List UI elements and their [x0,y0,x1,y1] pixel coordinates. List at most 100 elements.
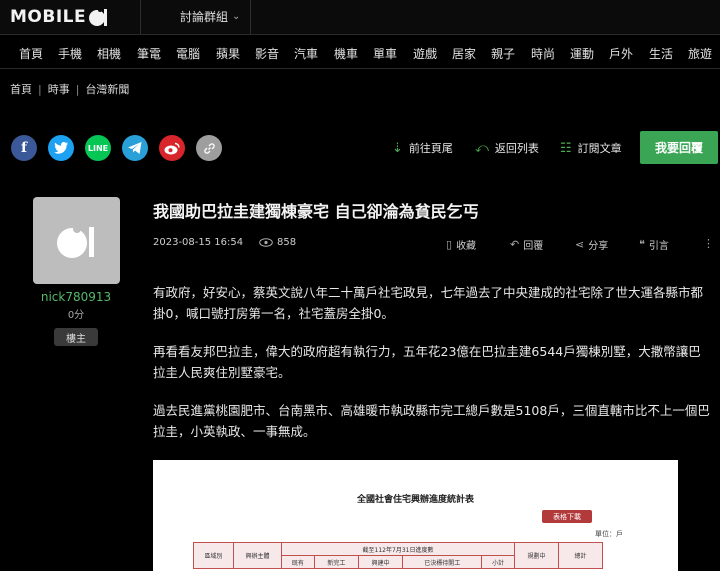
forum-groups-label: 討論群組 [180,10,229,24]
table-header-cell: 總計 [558,542,603,569]
statistics-table: 區域別 興辦主體 截至112年7月31日進度數 規劃中 總計 既有 新完工 興建… [193,542,603,569]
weibo-icon [164,142,180,154]
telegram-icon [128,142,142,154]
nav-item[interactable]: 旅遊 [688,45,712,62]
nav-item[interactable]: 親子 [491,45,515,62]
back-to-list-link[interactable]: ⤺ 返回列表 [475,140,539,156]
nav-item[interactable]: 時尚 [531,45,555,62]
more-vertical-icon: ⋮ [703,237,714,250]
post-reply-button[interactable]: ↶ 回覆 [510,237,543,252]
post-date: 2023-08-15 16:54 [153,237,243,248]
facebook-icon: f [20,140,28,156]
quote-icon: ❝ [639,238,645,251]
twitter-share-button[interactable] [48,135,74,161]
breadcrumb-item[interactable]: 時事 [48,81,70,97]
logo-mark-icon [89,8,108,26]
post-paragraph: 再看看友邦巴拉圭，偉大的政府超有執行力，五年花23億在巴拉圭建6544戶獨棟別墅… [153,344,701,380]
breadcrumb-separator: | [38,82,42,96]
post-paragraph: 過去民進黨桃園肥市、台南黑市、高雄暖市執政縣市完工總戶數是5108戶，三個直轄市… [153,403,710,439]
top-bar: MOBILE 討論群組 ⌄ [0,0,720,35]
post-date-text: 2023-08-15 16:54 [153,237,244,248]
default-avatar-icon [56,224,94,258]
link-icon [203,142,215,154]
weibo-share-button[interactable] [159,135,185,161]
facebook-share-button[interactable]: f [11,135,37,161]
reply-button[interactable]: 我要回覆 [640,131,718,164]
table-header-cell: 興建中 [358,555,404,569]
table-header-cell: 已決標待開工 [402,555,483,569]
nav-item[interactable]: 運動 [570,45,594,62]
subscribe-link[interactable]: ☷ 訂閱文章 [560,140,622,156]
nav-item[interactable]: 戶外 [609,45,633,62]
arrow-down-icon: ⇣ [392,140,403,156]
breadcrumb-separator: | [75,82,80,96]
go-to-bottom-label: 前往頁尾 [408,142,453,155]
eye-icon [259,238,273,247]
nav-item[interactable]: 影音 [255,45,279,62]
nav-item[interactable]: 居家 [452,45,476,62]
share-button[interactable]: ⋖ 分享 [575,237,608,252]
logo-text: MOBILE [10,7,87,27]
breadcrumb-item[interactable]: 首頁 [10,81,32,97]
forum-groups-menu[interactable]: 討論群組 ⌄ [180,8,240,25]
quote-label: 引言 [648,241,669,252]
nav-item[interactable]: 相機 [97,45,121,62]
back-arrow-icon: ⤺ [475,140,489,156]
twitter-icon [54,142,68,154]
author-score: 0分 [67,310,85,321]
line-icon: LINE [87,143,109,153]
go-to-bottom-link[interactable]: ⇣ 前往頁尾 [392,140,453,156]
more-options-button[interactable]: ⋮ [703,237,714,250]
table-unit: 單位：戶 [595,530,623,538]
nav-item[interactable]: 電腦 [176,45,200,62]
table-header-cell: 截至112年7月31日進度數 [281,542,515,556]
original-poster-badge: 樓主 [54,328,98,346]
category-nav: 首頁 手機 相機 筆電 電腦 蘋果 影音 汽車 機車 單車 遊戲 居家 親子 時… [0,36,720,69]
post-paragraph: 有政府，好安心，蔡英文說八年二十萬戶社宅政見，七年過去了中央建成的社宅除了世大運… [153,285,704,321]
bookmark-icon: ▯ [446,238,453,251]
copy-link-button[interactable] [196,135,222,161]
table-header-cell: 規劃中 [514,542,559,569]
post-reply-label: 回覆 [523,241,544,252]
embedded-table-title: 全國社會住宅興辦進度統計表 [356,495,474,505]
subscribe-label: 訂閱文章 [577,142,622,155]
nav-item[interactable]: 蘋果 [216,45,240,62]
table-header-cell: 區域別 [193,542,234,569]
nav-item[interactable]: 單車 [373,45,397,62]
back-to-list-label: 返回列表 [494,142,539,155]
breadcrumb: 首頁 | 時事 | 台灣新聞 [10,81,129,97]
nav-item[interactable]: 筆電 [137,45,161,62]
nav-item[interactable]: 汽車 [294,45,318,62]
collect-label: 收藏 [456,241,477,252]
nav-item[interactable]: 生活 [649,45,673,62]
line-share-button[interactable]: LINE [85,135,111,161]
reply-arrow-icon: ↶ [510,238,520,251]
table-header-row: 區域別 興辦主體 截至112年7月31日進度數 規劃中 總計 [193,542,603,569]
table-header-cell: 新完工 [313,555,360,569]
subscribe-icon: ☷ [560,140,572,156]
share-label: 分享 [588,241,609,252]
chevron-down-icon: ⌄ [232,11,241,22]
avatar[interactable] [33,197,120,284]
nav-item[interactable]: 遊戲 [413,45,437,62]
divider [250,0,251,35]
nav-item[interactable]: 首頁 [19,45,43,62]
table-download-button: 表格下載 [542,510,592,523]
nav-item[interactable]: 手機 [58,45,82,62]
site-logo[interactable]: MOBILE [10,5,110,29]
author-name[interactable]: nick780913 [0,290,152,304]
quote-button[interactable]: ❝ 引言 [639,237,669,252]
telegram-share-button[interactable] [122,135,148,161]
breadcrumb-item[interactable]: 台灣新聞 [85,81,129,97]
view-count: 858 [259,237,296,248]
divider [140,0,141,35]
share-icon: ⋖ [575,238,585,251]
table-header-cell: 既有 [281,555,315,569]
post-title: 我國助巴拉圭建獨棟豪宅 自己卻淪為貧民乞丐 [153,202,479,221]
table-header-cell: 小計 [481,555,515,569]
embedded-table-image[interactable]: 全國社會住宅興辦進度統計表 表格下載 單位：戶 區域別 興辦主體 截至112年7… [153,460,678,571]
collect-button[interactable]: ▯ 收藏 [446,237,476,252]
view-count-text: 858 [277,237,297,248]
nav-item[interactable]: 機車 [334,45,358,62]
table-header-cell: 興辦主體 [233,542,282,569]
